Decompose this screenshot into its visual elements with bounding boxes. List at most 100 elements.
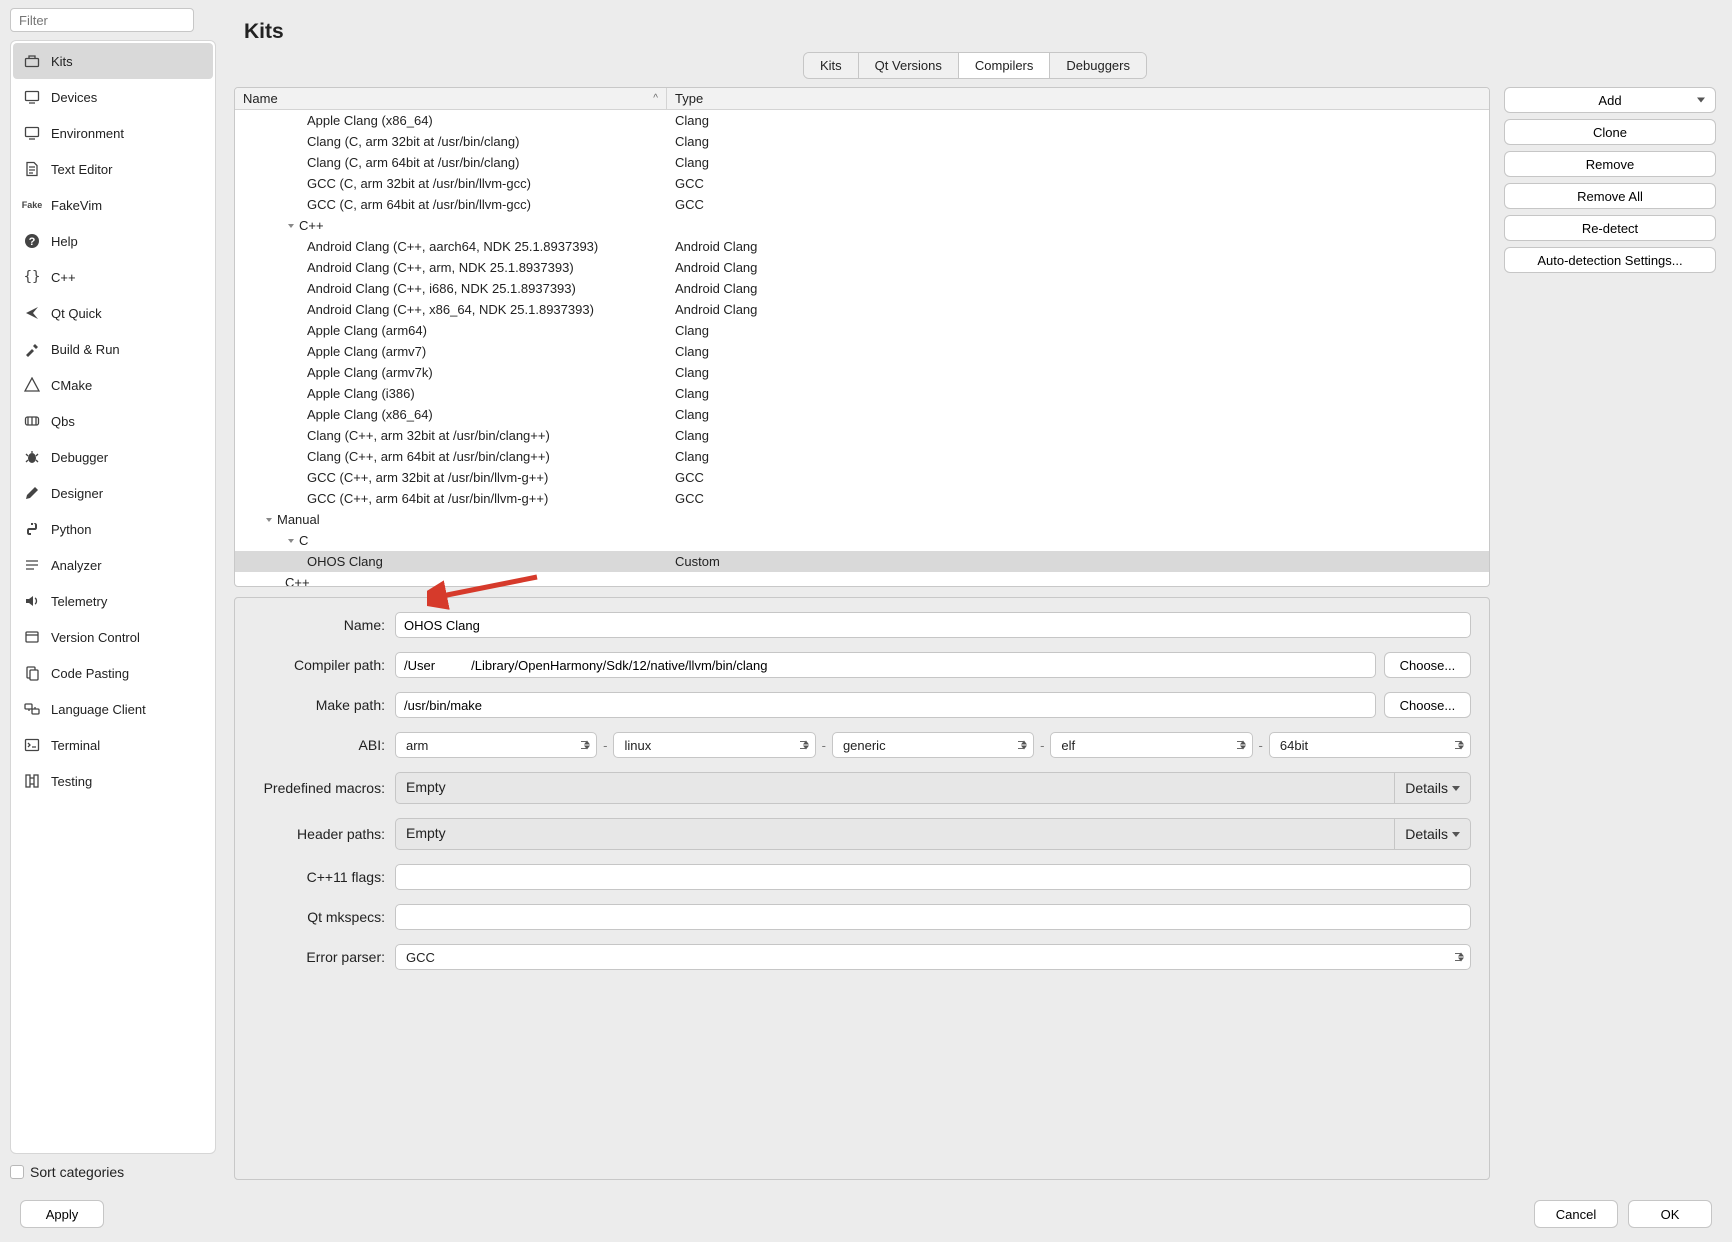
filter-input[interactable]	[10, 8, 194, 32]
tab-kits[interactable]: Kits	[804, 53, 859, 78]
chevron-down-icon[interactable]	[285, 222, 297, 230]
tree-row[interactable]: Apple Clang (x86_64)Clang	[235, 110, 1489, 131]
compiler-path-choose-button[interactable]: Choose...	[1384, 652, 1471, 678]
name-label: Name:	[253, 617, 385, 633]
column-header-type[interactable]: Type	[667, 88, 1489, 109]
sidebar-item-version-control[interactable]: Version Control	[13, 619, 213, 655]
sidebar-item-devices[interactable]: Devices	[13, 79, 213, 115]
tab-debuggers[interactable]: Debuggers	[1050, 53, 1146, 78]
name-input[interactable]	[395, 612, 1471, 638]
tree-row[interactable]: Apple Clang (armv7)Clang	[235, 341, 1489, 362]
tree-row[interactable]: OHOS ClangCustom	[235, 551, 1489, 572]
sidebar-item-code-pasting[interactable]: Code Pasting	[13, 655, 213, 691]
chevron-down-icon[interactable]	[263, 516, 275, 524]
autodetect-settings-button[interactable]: Auto-detection Settings...	[1504, 247, 1716, 273]
tree-row[interactable]: Apple Clang (i386)Clang	[235, 383, 1489, 404]
tree-row[interactable]: GCC (C++, arm 64bit at /usr/bin/llvm-g++…	[235, 488, 1489, 509]
tree-row[interactable]: GCC (C++, arm 32bit at /usr/bin/llvm-g++…	[235, 467, 1489, 488]
tab-qt-versions[interactable]: Qt Versions	[859, 53, 959, 78]
clone-button[interactable]: Clone	[1504, 119, 1716, 145]
ok-button[interactable]: OK	[1628, 1200, 1712, 1228]
make-path-choose-button[interactable]: Choose...	[1384, 692, 1471, 718]
sidebar-item-python[interactable]: Python	[13, 511, 213, 547]
tree-row[interactable]: Apple Clang (x86_64)Clang	[235, 404, 1489, 425]
macros-details-button[interactable]: Details	[1394, 773, 1470, 803]
abi-select-2[interactable]: generic	[832, 732, 1034, 758]
mkspecs-label: Qt mkspecs:	[253, 909, 385, 925]
remove-button[interactable]: Remove	[1504, 151, 1716, 177]
tree-cell-name: C++	[285, 575, 310, 586]
tree-row[interactable]: Manual	[235, 509, 1489, 530]
tree-cell-type: Android Clang	[667, 239, 1489, 254]
tree-row[interactable]: Clang (C++, arm 32bit at /usr/bin/clang+…	[235, 425, 1489, 446]
make-path-input[interactable]	[395, 692, 1376, 718]
mkspecs-input[interactable]	[395, 904, 1471, 930]
tree-row[interactable]: Clang (C++, arm 64bit at /usr/bin/clang+…	[235, 446, 1489, 467]
page-title: Kits	[244, 20, 1716, 44]
cancel-button[interactable]: Cancel	[1534, 1200, 1618, 1228]
remove-all-button[interactable]: Remove All	[1504, 183, 1716, 209]
hammer-icon	[23, 340, 41, 358]
sidebar-item-debugger[interactable]: Debugger	[13, 439, 213, 475]
sidebar-item-telemetry[interactable]: Telemetry	[13, 583, 213, 619]
chevron-down-icon[interactable]	[285, 537, 297, 545]
sidebar-item-cmake[interactable]: CMake	[13, 367, 213, 403]
redetect-button[interactable]: Re-detect	[1504, 215, 1716, 241]
abi-select-1[interactable]: linux	[613, 732, 815, 758]
chevron-down-icon	[1452, 786, 1460, 791]
sidebar-item-fakevim[interactable]: FakeFakeVim	[13, 187, 213, 223]
tab-compilers[interactable]: Compilers	[959, 53, 1051, 78]
tree-row[interactable]: Apple Clang (armv7k) Clang	[235, 362, 1489, 383]
tree-row[interactable]: GCC (C, arm 64bit at /usr/bin/llvm-gcc)G…	[235, 194, 1489, 215]
sidebar-item-build-run[interactable]: Build & Run	[13, 331, 213, 367]
headers-details-button[interactable]: Details	[1394, 819, 1470, 849]
sidebar-item-qt-quick[interactable]: Qt Quick	[13, 295, 213, 331]
abi-select-0[interactable]: arm	[395, 732, 597, 758]
sidebar-item-terminal[interactable]: Terminal	[13, 727, 213, 763]
testing-icon	[23, 772, 41, 790]
sidebar-item-language-client[interactable]: Language Client	[13, 691, 213, 727]
tree-row[interactable]: Android Clang (C++, x86_64, NDK 25.1.893…	[235, 299, 1489, 320]
tree-cell-type: Custom	[667, 554, 1489, 569]
sort-categories-checkbox[interactable]	[10, 1165, 24, 1179]
tree-row[interactable]: C	[235, 530, 1489, 551]
tree-cell-type: Clang	[667, 386, 1489, 401]
sort-indicator-icon: ^	[653, 93, 658, 104]
abi-select-4[interactable]: 64bit	[1269, 732, 1471, 758]
sidebar-item-kits[interactable]: Kits	[13, 43, 213, 79]
tree-row[interactable]: Clang (C, arm 32bit at /usr/bin/clang)Cl…	[235, 131, 1489, 152]
sidebar-item-label: Testing	[51, 774, 92, 789]
tree-row[interactable]: GCC (C, arm 32bit at /usr/bin/llvm-gcc)G…	[235, 173, 1489, 194]
add-button[interactable]: Add	[1504, 87, 1716, 113]
sidebar-item-environment[interactable]: Environment	[13, 115, 213, 151]
sidebar-item-testing[interactable]: Testing	[13, 763, 213, 799]
sidebar-item-c-[interactable]: {}C++	[13, 259, 213, 295]
nav-list: KitsDevicesEnvironmentText EditorFakeFak…	[10, 40, 216, 1154]
tree-row[interactable]: C++	[235, 215, 1489, 236]
error-parser-select[interactable]: GCC	[395, 944, 1471, 970]
sidebar-item-analyzer[interactable]: Analyzer	[13, 547, 213, 583]
tree-cell-type: Clang	[667, 365, 1489, 380]
tree-cell-type: Clang	[667, 344, 1489, 359]
sort-categories-row[interactable]: Sort categories	[10, 1164, 216, 1180]
tree-row[interactable]: C++	[235, 572, 1489, 586]
tree-cell-name: Android Clang (C++, i686, NDK 25.1.89373…	[307, 281, 576, 296]
tree-row[interactable]: Clang (C, arm 64bit at /usr/bin/clang)Cl…	[235, 152, 1489, 173]
tree-row[interactable]: Android Clang (C++, arm, NDK 25.1.893739…	[235, 257, 1489, 278]
tree-row[interactable]: Apple Clang (arm64)Clang	[235, 320, 1489, 341]
tree-cell-type: Clang	[667, 323, 1489, 338]
box-icon	[23, 628, 41, 646]
tree-row[interactable]: Android Clang (C++, i686, NDK 25.1.89373…	[235, 278, 1489, 299]
speaker-icon	[23, 592, 41, 610]
sidebar-item-qbs[interactable]: Qbs	[13, 403, 213, 439]
compiler-path-input[interactable]	[395, 652, 1376, 678]
tree-cell-name: Apple Clang (armv7k)	[307, 365, 433, 380]
sidebar-item-text-editor[interactable]: Text Editor	[13, 151, 213, 187]
tree-row[interactable]: Android Clang (C++, aarch64, NDK 25.1.89…	[235, 236, 1489, 257]
abi-select-3[interactable]: elf	[1050, 732, 1252, 758]
sidebar-item-help[interactable]: ?Help	[13, 223, 213, 259]
cxx11-flags-input[interactable]	[395, 864, 1471, 890]
sidebar-item-designer[interactable]: Designer	[13, 475, 213, 511]
column-header-name[interactable]: Name^	[235, 88, 667, 109]
apply-button[interactable]: Apply	[20, 1200, 104, 1228]
